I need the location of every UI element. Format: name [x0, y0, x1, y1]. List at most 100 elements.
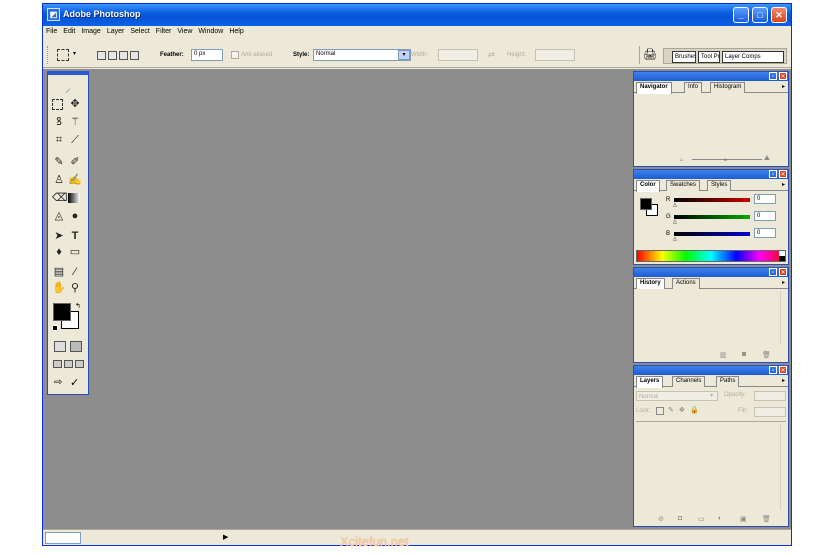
default-colors-icon[interactable]	[52, 325, 58, 331]
menu-help[interactable]: Help	[226, 26, 246, 40]
blend-mode-select[interactable]: Normal	[636, 391, 718, 401]
lock-position-icon[interactable]: ✥	[679, 406, 685, 414]
layers-menu-icon[interactable]: ▸	[782, 377, 785, 384]
rect-marquee-tool-icon[interactable]	[52, 99, 63, 110]
tab-swatches[interactable]: Swatches	[666, 180, 701, 191]
quick-mask-mode-icon[interactable]	[70, 341, 82, 352]
history-scrollbar[interactable]	[780, 291, 786, 345]
red-slider-thumb[interactable]: △	[673, 202, 677, 208]
eraser-tool-icon[interactable]: ⌫	[52, 191, 68, 205]
feather-logo-icon[interactable]: ⸝	[52, 79, 84, 95]
zoom-in-icon[interactable]: ⛰	[764, 155, 770, 163]
move-tool-icon[interactable]: ✥	[68, 97, 82, 111]
crop-tool-icon[interactable]: ⌗	[52, 133, 66, 147]
color-menu-icon[interactable]: ▸	[782, 181, 785, 188]
new-document-from-state-icon[interactable]: ▥	[720, 351, 727, 359]
tab-tool-presets[interactable]: Tool Presets	[698, 51, 720, 63]
jump-to-imageready-icon[interactable]: ⇨	[54, 377, 62, 388]
tab-actions[interactable]: Actions	[672, 278, 700, 289]
navigator-menu-icon[interactable]: ▸	[782, 83, 785, 90]
navigator-close-icon[interactable]: ✕	[779, 72, 787, 80]
navigator-minimize-icon[interactable]: ▫	[769, 72, 777, 80]
brush-tool-icon[interactable]: ✐	[68, 155, 82, 169]
color-spectrum-ramp[interactable]	[636, 250, 786, 262]
history-brush-tool-icon[interactable]: ✍	[68, 173, 82, 187]
delete-layer-icon[interactable]: 🗑	[762, 515, 771, 523]
edit-in-imageready-icon[interactable]: ✓	[70, 376, 79, 389]
maximize-button[interactable]: □	[752, 7, 768, 23]
green-value-input[interactable]: 0	[754, 211, 776, 221]
tab-styles[interactable]: Styles	[707, 180, 732, 191]
history-close-icon[interactable]: ✕	[779, 268, 787, 276]
ramp-black-swatch[interactable]	[779, 256, 785, 261]
style-select[interactable]: Normal	[313, 49, 411, 61]
layers-panel-header[interactable]: ▫ ✕	[634, 366, 788, 375]
add-layer-mask-icon[interactable]: ◘	[678, 515, 682, 522]
history-panel-header[interactable]: ▫ ✕	[634, 268, 788, 277]
lock-image-icon[interactable]: ✎	[668, 406, 674, 414]
color-minimize-icon[interactable]: ▫	[769, 170, 777, 178]
menu-layer[interactable]: Layer	[104, 26, 128, 40]
blue-value-input[interactable]: 0	[754, 228, 776, 238]
tab-paths[interactable]: Paths	[716, 376, 740, 387]
menu-image[interactable]: Image	[78, 26, 103, 40]
menu-select[interactable]: Select	[127, 26, 152, 40]
opacity-input[interactable]	[754, 391, 786, 401]
lock-all-icon[interactable]: 🔒	[690, 406, 699, 414]
menu-edit[interactable]: Edit	[60, 26, 78, 40]
healing-brush-tool-icon[interactable]: ✎	[52, 155, 66, 169]
notes-tool-icon[interactable]: ▤	[52, 265, 66, 279]
dodge-tool-icon[interactable]: ●	[68, 209, 82, 223]
color-panel-header[interactable]: ▫ ✕	[634, 170, 788, 179]
menu-window[interactable]: Window	[195, 26, 226, 40]
tab-layer-comps[interactable]: Layer Comps	[722, 51, 784, 63]
height-input[interactable]	[535, 49, 575, 61]
swap-dimensions-icon[interactable]: ⇄	[488, 50, 495, 59]
subtract-from-selection-icon[interactable]	[119, 51, 128, 60]
title-bar[interactable]: ◩ Adobe Photoshop _ □ ✕	[43, 4, 791, 26]
path-selection-tool-icon[interactable]: ➤	[52, 229, 66, 243]
gradient-tool-icon[interactable]	[68, 193, 80, 203]
tab-color[interactable]: Color	[636, 180, 660, 192]
width-input[interactable]	[438, 49, 478, 61]
blue-slider-thumb[interactable]: △	[673, 236, 677, 242]
lasso-tool-icon[interactable]: ꝸ	[52, 115, 66, 129]
zoom-out-icon[interactable]: ▵	[680, 156, 683, 163]
full-screen-mode-icon[interactable]	[75, 360, 84, 368]
status-info-arrow-icon[interactable]: ▶	[223, 533, 228, 541]
blue-channel-slider[interactable]	[674, 232, 750, 236]
slice-tool-icon[interactable]: ⟋	[68, 133, 82, 147]
blend-mode-arrow-icon[interactable]: ▾	[710, 392, 713, 399]
create-layer-set-icon[interactable]: ▭	[698, 515, 705, 523]
new-snapshot-icon[interactable]: ◙	[742, 351, 746, 358]
menu-filter[interactable]: Filter	[153, 26, 175, 40]
tab-channels[interactable]: Channels	[672, 376, 706, 387]
layers-minimize-icon[interactable]: ▫	[769, 366, 777, 374]
tab-info[interactable]: Info	[684, 82, 703, 93]
color-close-icon[interactable]: ✕	[779, 170, 787, 178]
foreground-color-swatch[interactable]	[53, 303, 71, 321]
history-minimize-icon[interactable]: ▫	[769, 268, 777, 276]
rect-marquee-preset-icon[interactable]	[57, 49, 69, 61]
tab-histogram[interactable]: Histogram	[710, 82, 746, 93]
menu-file[interactable]: File	[43, 26, 60, 40]
full-screen-menu-mode-icon[interactable]	[64, 360, 73, 368]
add-layer-style-icon[interactable]: ⊘	[658, 515, 664, 523]
new-adjustment-layer-icon[interactable]: ◐	[718, 515, 722, 522]
layers-scrollbar[interactable]	[780, 424, 786, 510]
hand-tool-icon[interactable]: ✋	[52, 281, 66, 295]
intersect-selection-icon[interactable]	[130, 51, 139, 60]
workspace[interactable]: ⸝ ✥ ꝸ ⚚ ⌗ ⟋ ✎ ✐ ♙ ✍ ⌫ ◬ ● ➤ T ♦ ▭ ▤ ⁄ ✋ …	[43, 69, 791, 529]
pen-tool-icon[interactable]: ♦	[52, 245, 66, 259]
tab-layers[interactable]: Layers	[636, 376, 664, 388]
zoom-percentage-field[interactable]	[45, 532, 81, 544]
layers-close-icon[interactable]: ✕	[779, 366, 787, 374]
standard-screen-mode-icon[interactable]	[53, 360, 62, 368]
file-browser-icon[interactable]: 🖨	[643, 48, 657, 62]
feather-input[interactable]: 0 px	[191, 49, 223, 61]
lock-transparent-icon[interactable]	[656, 407, 664, 415]
style-dropdown-arrow-icon[interactable]: ▾	[398, 50, 410, 60]
close-button[interactable]: ✕	[771, 7, 787, 23]
preset-dropdown-arrow-icon[interactable]: ▾	[73, 50, 76, 57]
color-fg-swatch[interactable]	[640, 198, 652, 210]
